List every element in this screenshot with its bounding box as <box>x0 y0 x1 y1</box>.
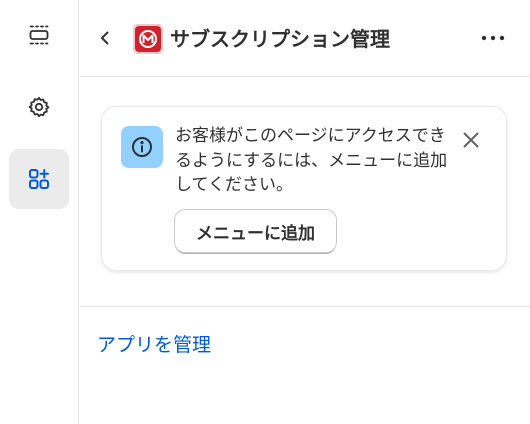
chevron-left-icon <box>101 31 109 45</box>
layout-sections-icon <box>29 25 49 45</box>
page-title: サブスクリプション管理 <box>170 27 390 51</box>
info-banner: お客様がこのページにアクセスできるようにするには、メニューに追加してください。 … <box>102 107 506 270</box>
settings-button[interactable] <box>9 77 69 137</box>
apps-add-icon <box>29 169 49 189</box>
subscription-app-icon <box>133 24 163 54</box>
app-panel: サブスクリプション管理 お客様がこのページにアクセスできるようにするには、メニュ… <box>80 0 530 424</box>
sections-button[interactable] <box>9 5 69 65</box>
app-header: サブスクリプション管理 <box>80 0 530 77</box>
settings-gear-icon <box>28 96 50 118</box>
back-button[interactable] <box>94 27 116 49</box>
close-icon <box>463 132 479 148</box>
banner-message: お客様がこのページにアクセスできるようにするには、メニューに追加してください。 <box>175 126 448 195</box>
ellipsis-icon <box>481 35 505 41</box>
section-divider <box>80 306 530 307</box>
apps-button[interactable] <box>9 149 69 209</box>
add-to-menu-button[interactable]: メニューに追加 <box>175 210 336 252</box>
dismiss-button[interactable] <box>458 127 484 153</box>
info-icon <box>121 126 163 168</box>
more-actions-button[interactable] <box>480 28 506 48</box>
manage-app-link[interactable]: アプリを管理 <box>97 332 211 358</box>
app-sidebar <box>0 0 79 424</box>
